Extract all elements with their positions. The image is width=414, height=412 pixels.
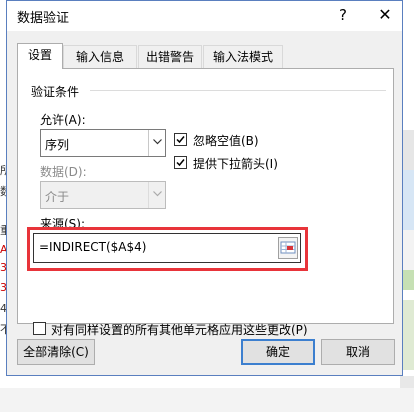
tab-ime-mode[interactable]: 输入法模式 (203, 45, 283, 68)
source-input[interactable]: =INDIRECT($A$4) (33, 233, 301, 263)
data-validation-dialog: 数据验证 ? ✕ 设置 输入信息 出错警告 输入法模式 验证条件 允许(A): … (6, 0, 403, 376)
chevron-down-icon[interactable] (148, 130, 165, 156)
ignore-blank-checkbox[interactable] (174, 133, 187, 146)
allow-select[interactable]: 序列 (40, 129, 166, 157)
checkmark-icon (176, 136, 185, 144)
ignore-blank-label[interactable]: 忽略空值(B) (193, 132, 259, 149)
sheet-bottom (0, 388, 414, 412)
dialog-title: 数据验证 (17, 11, 70, 26)
allow-label: 允许(A): (40, 113, 86, 127)
tab-settings[interactable]: 设置 (17, 43, 63, 69)
title-bar: 数据验证 ? ✕ (7, 1, 402, 31)
group-title: 验证条件 (31, 85, 80, 99)
clear-all-button[interactable]: 全部清除(C) (17, 339, 95, 365)
range-select-icon[interactable] (278, 237, 298, 259)
tab-input-message[interactable]: 输入信息 (63, 45, 137, 68)
cancel-button[interactable]: 取消 (321, 339, 395, 365)
data-label: 数据(D): (40, 165, 87, 179)
help-button[interactable]: ? (329, 3, 357, 27)
close-button[interactable]: ✕ (371, 3, 399, 27)
dropdown-arrow-label[interactable]: 提供下拉箭头(I) (193, 155, 278, 172)
allow-value: 序列 (45, 138, 70, 152)
ok-button[interactable]: 确定 (241, 339, 315, 365)
source-value: =INDIRECT($A$4) (39, 240, 147, 254)
data-select[interactable]: 介于 (40, 181, 166, 209)
tab-error-alert[interactable]: 出错警告 (138, 45, 202, 68)
group-divider (90, 90, 386, 91)
data-value: 介于 (45, 190, 70, 204)
apply-all-checkbox[interactable] (33, 322, 46, 335)
chevron-down-icon[interactable] (148, 182, 165, 208)
checkmark-icon (176, 159, 185, 167)
settings-panel: 验证条件 允许(A): 序列 数据(D): 介于 忽略空值(B) 提供下拉箭头(… (17, 68, 394, 324)
apply-all-label[interactable]: 对有同样设置的所有其他单元格应用这些更改(P) (51, 321, 308, 338)
dropdown-arrow-checkbox[interactable] (174, 156, 187, 169)
